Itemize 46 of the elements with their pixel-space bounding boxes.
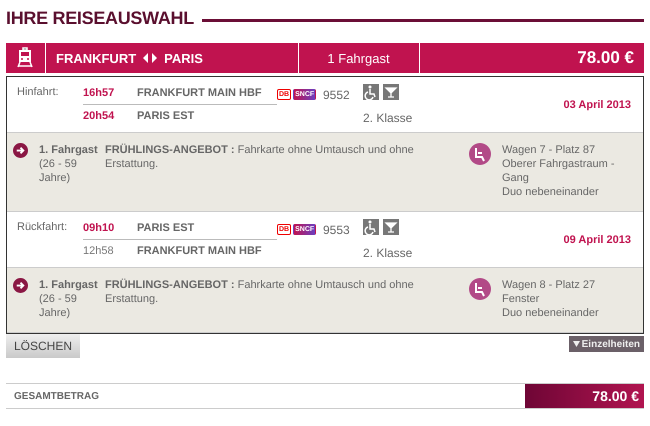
time: 09h10 xyxy=(83,222,116,234)
seat-icon xyxy=(469,278,491,300)
wheelchair-icon xyxy=(363,84,379,100)
seat-info: Duo nebeneinander xyxy=(502,306,600,320)
station-name: PARIS EST xyxy=(137,222,194,234)
station-name: PARIS EST xyxy=(137,110,194,122)
caret-icon xyxy=(572,341,580,347)
seat-icon xyxy=(469,143,491,165)
page-title: IHRE REISEAUSWAHL xyxy=(6,8,194,28)
train-number: 9552 xyxy=(323,87,351,104)
time: 20h54 xyxy=(83,110,116,122)
seat-info: Wagen 7 - Platz 87 xyxy=(502,143,596,157)
direction-label: Hinfahrt: xyxy=(17,85,60,100)
station-name: FRANKFURT MAIN HBF xyxy=(137,87,262,99)
travel-date: 03 April 2013 xyxy=(564,98,631,110)
train-icon xyxy=(16,47,34,69)
arrows-icon xyxy=(142,53,158,63)
fare-description: FRÜHLINGS-ANGEBOT : Fahrkarte ohne Umtausch und ohne Erstattung. xyxy=(105,143,415,172)
wheelchair-icon xyxy=(363,219,379,235)
total-label: GESAMTBETRAG xyxy=(13,390,100,402)
passenger-count: 1 Fahrgast xyxy=(327,50,390,66)
passenger-age: (26 - 59 Jahre) xyxy=(39,157,78,185)
direction-label: Rückfahrt: xyxy=(17,220,68,235)
total-amount: 78.00 € xyxy=(525,384,644,408)
station-name: FRANKFURT MAIN HBF xyxy=(137,245,262,257)
seat-info: Wagen 8 - Platz 27 xyxy=(502,278,596,292)
origin-city: FRANKFURT xyxy=(56,50,136,66)
price: 78.00 € xyxy=(577,48,634,68)
fare-description: FRÜHLINGS-ANGEBOT : Fahrkarte ohne Umtausch und ohne Erstattung. xyxy=(105,278,415,307)
seat-info: Fenster xyxy=(502,292,540,306)
cocktail-icon xyxy=(383,219,399,235)
delete-button[interactable]: LÖSCHEN xyxy=(6,334,80,358)
passenger-name: 1. Fahrgast xyxy=(39,278,99,292)
seat-info: Oberer Fahrgastraum - Gang xyxy=(502,157,616,185)
passenger-name: 1. Fahrgast xyxy=(39,143,99,157)
travel-class: 2. Klasse xyxy=(363,111,414,127)
time: 12h58 xyxy=(83,245,115,257)
passenger-age: (26 - 59 Jahre) xyxy=(39,292,78,320)
travel-date: 09 April 2013 xyxy=(564,234,631,246)
details-button[interactable]: Einzelheiten xyxy=(568,336,644,352)
travel-class: 2. Klasse xyxy=(363,246,414,262)
train-number: 9553 xyxy=(323,222,351,239)
destination-city: PARIS xyxy=(164,50,203,66)
time: 16h57 xyxy=(83,87,116,99)
cocktail-icon xyxy=(383,84,399,100)
seat-info: Duo nebeneinander xyxy=(502,185,600,199)
